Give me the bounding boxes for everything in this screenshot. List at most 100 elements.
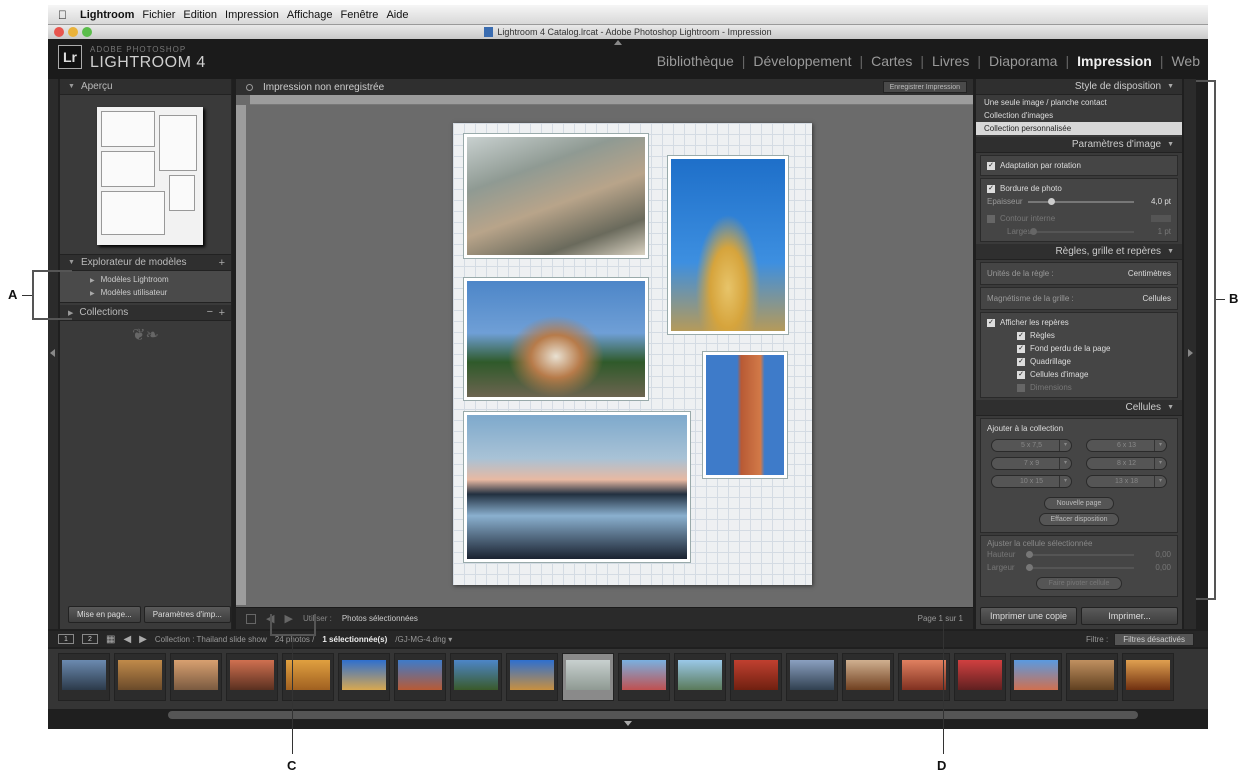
use-selector[interactable]: Photos sélectionnées [342, 614, 418, 623]
cell-size-button[interactable]: 6 x 13 ▾ [1086, 439, 1167, 452]
filmstrip-scrollbar[interactable] [168, 711, 1138, 719]
stroke-width-slider[interactable] [1028, 227, 1134, 235]
filmstrip-thumbnail[interactable] [282, 653, 334, 701]
dropdown-arrow-icon[interactable]: ▾ [1059, 440, 1071, 451]
filter-select[interactable]: Filtres désactivés [1114, 633, 1194, 646]
collection-source[interactable]: Collection : Thailand slide show [155, 635, 267, 644]
cell-size-button[interactable]: 13 x 18 ▾ [1086, 475, 1167, 488]
zoom-window-button[interactable] [82, 27, 92, 37]
cell-size-button[interactable]: 10 x 15 ▾ [991, 475, 1072, 488]
filmstrip-thumbnail[interactable] [450, 653, 502, 701]
dropdown-arrow-icon[interactable]: ▾ [1154, 476, 1166, 487]
module-library[interactable]: Bibliothèque [657, 53, 734, 69]
filmstrip-thumbnail[interactable] [1066, 653, 1118, 701]
grid-view-icon[interactable]: ▦ [106, 634, 115, 645]
print-one-button[interactable]: Imprimer une copie [980, 607, 1077, 625]
template-folder-lightroom[interactable]: ▶ Modèles Lightroom [60, 273, 231, 286]
layout-custom-package[interactable]: Collection personnalisée [976, 122, 1182, 135]
photo-cell-sculpture[interactable] [463, 133, 649, 259]
checkbox-unchecked-icon[interactable] [1017, 383, 1025, 392]
photo-cell-temple[interactable] [463, 277, 649, 401]
dropdown-arrow-icon[interactable]: ▾ [1154, 440, 1166, 451]
filmstrip-thumbnail[interactable] [58, 653, 110, 701]
stroke-color-swatch[interactable] [1151, 215, 1171, 222]
print-settings-button[interactable]: Paramètres d'imp... [143, 606, 231, 623]
forward-arrow-icon[interactable]: ▶ [139, 634, 147, 645]
guide-bleed-row[interactable]: ✓ Fond perdu de la page [987, 342, 1171, 355]
cell-size-button[interactable]: 5 x 7,5 ▾ [991, 439, 1072, 452]
filmstrip-thumbnail[interactable] [954, 653, 1006, 701]
width2-value[interactable]: 0,00 [1139, 563, 1171, 572]
filmstrip-thumbnail[interactable] [506, 653, 558, 701]
new-page-button[interactable]: Nouvelle page [1044, 497, 1114, 510]
ruler-units-select[interactable]: Centimètres [1128, 269, 1171, 278]
menu-item-print[interactable]: Impression [225, 9, 279, 21]
menu-item-help[interactable]: Aide [386, 9, 408, 21]
module-web[interactable]: Web [1171, 53, 1200, 69]
filmstrip-thumbnail[interactable] [1122, 653, 1174, 701]
apple-icon[interactable]:  [58, 8, 72, 22]
module-slideshow[interactable]: Diaporama [989, 53, 1057, 69]
right-panel-toggle[interactable] [1184, 79, 1196, 629]
module-print[interactable]: Impression [1077, 53, 1152, 69]
remove-collection-icon[interactable]: − [207, 306, 213, 318]
checkbox-checked-icon[interactable]: ✓ [1017, 370, 1025, 379]
left-panel-toggle[interactable] [48, 79, 58, 629]
window-1-button[interactable]: 1 [58, 634, 74, 644]
guide-dimensions-row[interactable]: Dimensions [987, 381, 1171, 394]
add-collection-icon[interactable]: + [219, 307, 225, 319]
module-book[interactable]: Livres [932, 53, 969, 69]
rotate-to-fit-row[interactable]: ✓ Adaptation par rotation [987, 159, 1171, 172]
filmstrip-thumbnail[interactable] [1010, 653, 1062, 701]
layout-picture-package[interactable]: Collection d'images [976, 109, 1182, 122]
height-value[interactable]: 0,00 [1139, 550, 1171, 559]
slider-knob[interactable] [1026, 563, 1033, 571]
image-settings-header[interactable]: Paramètres d'image ▼ [976, 137, 1182, 153]
close-window-button[interactable] [54, 27, 64, 37]
menu-app[interactable]: Lightroom [80, 9, 134, 21]
filmstrip-thumbnail[interactable] [170, 653, 222, 701]
ruler-units-row[interactable]: Unités de la règle : Centimètres [987, 266, 1171, 281]
menu-item-window[interactable]: Fenêtre [341, 9, 379, 21]
rulers-header[interactable]: Règles, grille et repères ▼ [976, 244, 1182, 260]
dropdown-arrow-icon[interactable]: ▾ [1059, 476, 1071, 487]
photo-cell-pagoda[interactable] [702, 351, 788, 479]
filmstrip-thumbnail[interactable] [226, 653, 278, 701]
back-arrow-icon[interactable]: ◀ [123, 634, 131, 645]
inner-stroke-row[interactable]: Contour interne [987, 212, 1171, 225]
guide-grid-row[interactable]: ✓ Quadrillage [987, 355, 1171, 368]
collapse-top-panel-icon[interactable] [614, 40, 622, 45]
window-2-button[interactable]: 2 [82, 634, 98, 644]
cell-height-slider[interactable] [1026, 550, 1134, 558]
print-button[interactable]: Imprimer... [1081, 607, 1178, 625]
preview-header[interactable]: ▼ Aperçu [60, 79, 231, 95]
checkbox-unchecked-icon[interactable] [987, 214, 995, 223]
filmstrip-thumbnail[interactable] [674, 653, 726, 701]
grid-snap-select[interactable]: Cellules [1143, 294, 1171, 303]
layout-single-image[interactable]: Une seule image / planche contact [976, 96, 1182, 109]
width-value[interactable]: 1 pt [1139, 227, 1171, 236]
template-browser-header[interactable]: ▼ Explorateur de modèles + [60, 255, 231, 271]
photo-cell-stupa[interactable] [667, 155, 789, 335]
module-develop[interactable]: Développement [753, 53, 851, 69]
clear-layout-button[interactable]: Effacer disposition [1039, 513, 1119, 526]
filmstrip-thumbnail[interactable] [394, 653, 446, 701]
filmstrip-thumbnail[interactable] [338, 653, 390, 701]
filmstrip-thumbnail[interactable] [730, 653, 782, 701]
checkbox-checked-icon[interactable]: ✓ [1017, 331, 1025, 340]
cell-size-button[interactable]: 8 x 12 ▾ [1086, 457, 1167, 470]
current-file[interactable]: /GJ-MG-4.dng ▾ [395, 635, 452, 644]
cell-width-slider[interactable] [1026, 563, 1134, 571]
menu-item-view[interactable]: Affichage [287, 9, 333, 21]
filmstrip-thumbnail[interactable] [618, 653, 670, 701]
guide-cells-row[interactable]: ✓ Cellules d'image [987, 368, 1171, 381]
page-setup-button[interactable]: Mise en page... [68, 606, 141, 623]
dropdown-arrow-icon[interactable]: ▾ [1154, 458, 1166, 469]
show-guides-row[interactable]: ✓ Afficher les repères [987, 316, 1171, 329]
thickness-value[interactable]: 4,0 pt [1139, 197, 1171, 206]
layout-style-header[interactable]: Style de disposition ▼ [976, 79, 1182, 95]
template-folder-user[interactable]: ▶ Modèles utilisateur [60, 286, 231, 299]
checkbox-checked-icon[interactable]: ✓ [987, 318, 995, 327]
slider-knob[interactable] [1048, 197, 1055, 205]
thickness-slider[interactable] [1028, 197, 1134, 205]
